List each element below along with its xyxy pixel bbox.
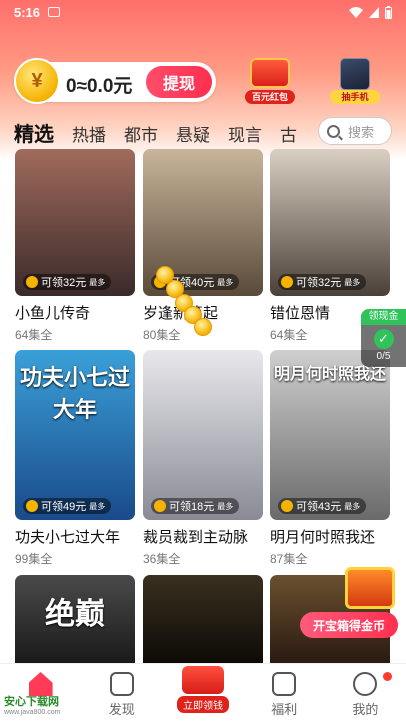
drama-card[interactable]: 可领32元 最多 小鱼儿传奇 64集全	[15, 149, 135, 343]
drama-title: 小鱼儿传奇	[15, 305, 91, 322]
episode-count: 36集全	[143, 552, 181, 566]
drama-card[interactable]: 绝巅	[15, 575, 135, 663]
signal-icon	[369, 6, 379, 18]
red-packet-promo[interactable]: 百元红包	[243, 58, 297, 104]
drama-title: 明月何时照我还	[270, 529, 376, 546]
play-icon	[109, 672, 134, 696]
poster-art	[143, 575, 263, 663]
episode-count: 87集全	[270, 552, 308, 566]
nav-discover-label: 发现	[108, 702, 135, 717]
coin-icon	[26, 276, 38, 288]
watermark-name: 安心下载网	[4, 696, 59, 708]
nav-mine[interactable]: 我的	[325, 664, 406, 723]
drama-poster: 绝巅	[15, 575, 135, 663]
drama-poster: 功夫小七过大年 可领49元 最多	[15, 350, 135, 520]
drama-title: 裁员裁到主动脉	[143, 529, 249, 546]
coin-icon	[26, 500, 38, 512]
search-icon	[327, 124, 340, 138]
episode-count: 64集全	[15, 328, 53, 342]
lottery-phone-promo[interactable]: 抽手机	[328, 58, 382, 104]
drama-poster: 可领18元 最多	[143, 350, 263, 520]
drama-card[interactable]: 功夫小七过大年 可领49元 最多 功夫小七过大年 99集全	[15, 350, 135, 567]
tab-featured[interactable]: 精选	[14, 118, 54, 147]
status-bar: 5:16	[0, 0, 406, 24]
drama-card[interactable]	[143, 575, 263, 663]
nav-welfare[interactable]: 福利	[244, 664, 325, 723]
notification-icon	[48, 7, 61, 17]
claim-cash-label: 领现金	[361, 309, 406, 325]
reward-text: 可领32元	[41, 277, 87, 289]
watermark-url: www.java800.com	[4, 709, 61, 716]
battery-icon	[385, 5, 392, 19]
reward-text: 可领32元	[296, 277, 342, 289]
reward-badge: 可领32元 最多	[23, 274, 112, 290]
reward-badge: 可领18元 最多	[151, 498, 240, 514]
reward-most: 最多	[89, 277, 106, 287]
nav-mine-label: 我的	[352, 702, 379, 717]
reward-most: 最多	[217, 277, 234, 287]
coin-icon: ¥	[14, 58, 60, 104]
tab-trending[interactable]: 热播	[72, 121, 106, 146]
tab-romance[interactable]: 现言	[228, 121, 262, 146]
drama-poster: 可领32元 最多	[270, 149, 390, 296]
wallet-bar: ¥ 0≈0.0元 提现	[14, 58, 216, 104]
drama-card[interactable]: 可领40元 最多 岁逢新篇起 80集全	[143, 149, 263, 343]
check-icon: ✓	[373, 329, 394, 349]
reward-text: 可领43元	[296, 501, 342, 513]
reward-most: 最多	[217, 501, 234, 511]
reward-badge: 可领49元 最多	[23, 498, 112, 514]
nav-welfare-label: 福利	[271, 702, 298, 717]
nav-earn-label: 立即领钱	[177, 696, 229, 713]
treasure-chest-icon[interactable]	[345, 567, 395, 609]
reward-text: 可领49元	[41, 501, 87, 513]
search-box[interactable]: 搜索	[318, 117, 392, 145]
tab-urban[interactable]: 都市	[124, 121, 158, 146]
poster-title-art: 绝巅	[45, 597, 105, 632]
notification-dot	[382, 672, 392, 681]
watermark: 安心下载网 www.java800.com	[4, 693, 94, 719]
drama-poster: 可领32元 最多	[15, 149, 135, 296]
withdraw-button[interactable]: 提现	[146, 66, 212, 98]
claim-progress: 0/5	[376, 351, 391, 362]
status-time: 5:16	[14, 4, 41, 20]
reward-most: 最多	[344, 277, 361, 287]
profile-icon	[353, 672, 378, 696]
tab-suspense[interactable]: 悬疑	[176, 121, 210, 146]
reward-most: 最多	[344, 501, 361, 511]
tab-ancient[interactable]: 古	[280, 121, 297, 146]
reward-badge: 可领43元 最多	[278, 498, 367, 514]
lottery-phone-label: 抽手机	[330, 90, 380, 104]
reward-badge: 可领32元 最多	[278, 274, 367, 290]
red-packet-icon	[250, 58, 290, 88]
coin-icon	[281, 276, 293, 288]
poster-title-art: 功夫小七过大年	[19, 365, 130, 423]
search-placeholder: 搜索	[348, 124, 375, 140]
drama-poster: 明月何时照我还 可领43元 最多	[270, 350, 390, 520]
category-tabs: 精选 热播 都市 悬疑 现言古	[14, 118, 314, 148]
drama-card[interactable]: 可领18元 最多 裁员裁到主动脉 36集全	[143, 350, 263, 567]
phone-icon	[340, 58, 370, 90]
wifi-icon	[349, 6, 363, 18]
wallet-amount: 0≈0.0元	[66, 76, 133, 97]
coin-bubble	[194, 318, 212, 336]
coin-icon	[154, 500, 166, 512]
reward-most: 最多	[89, 501, 106, 511]
drama-card[interactable]: 明月何时照我还 可领43元 最多 明月何时照我还 87集全	[270, 350, 390, 567]
open-chest-button[interactable]: 开宝箱得金币	[300, 612, 398, 638]
red-packet-icon	[182, 666, 224, 694]
episode-count: 99集全	[15, 552, 53, 566]
drama-poster	[143, 575, 263, 663]
poster-art	[143, 350, 263, 520]
red-packet-label: 百元红包	[245, 90, 295, 104]
nav-earn[interactable]: 立即领钱	[162, 664, 243, 723]
coin-icon	[281, 500, 293, 512]
drama-title: 功夫小七过大年	[15, 529, 121, 546]
status-icons	[349, 5, 392, 19]
gift-icon	[272, 672, 297, 696]
reward-text: 可领18元	[169, 501, 215, 513]
claim-cash-widget[interactable]: 领现金 ✓ 0/5	[361, 309, 406, 367]
